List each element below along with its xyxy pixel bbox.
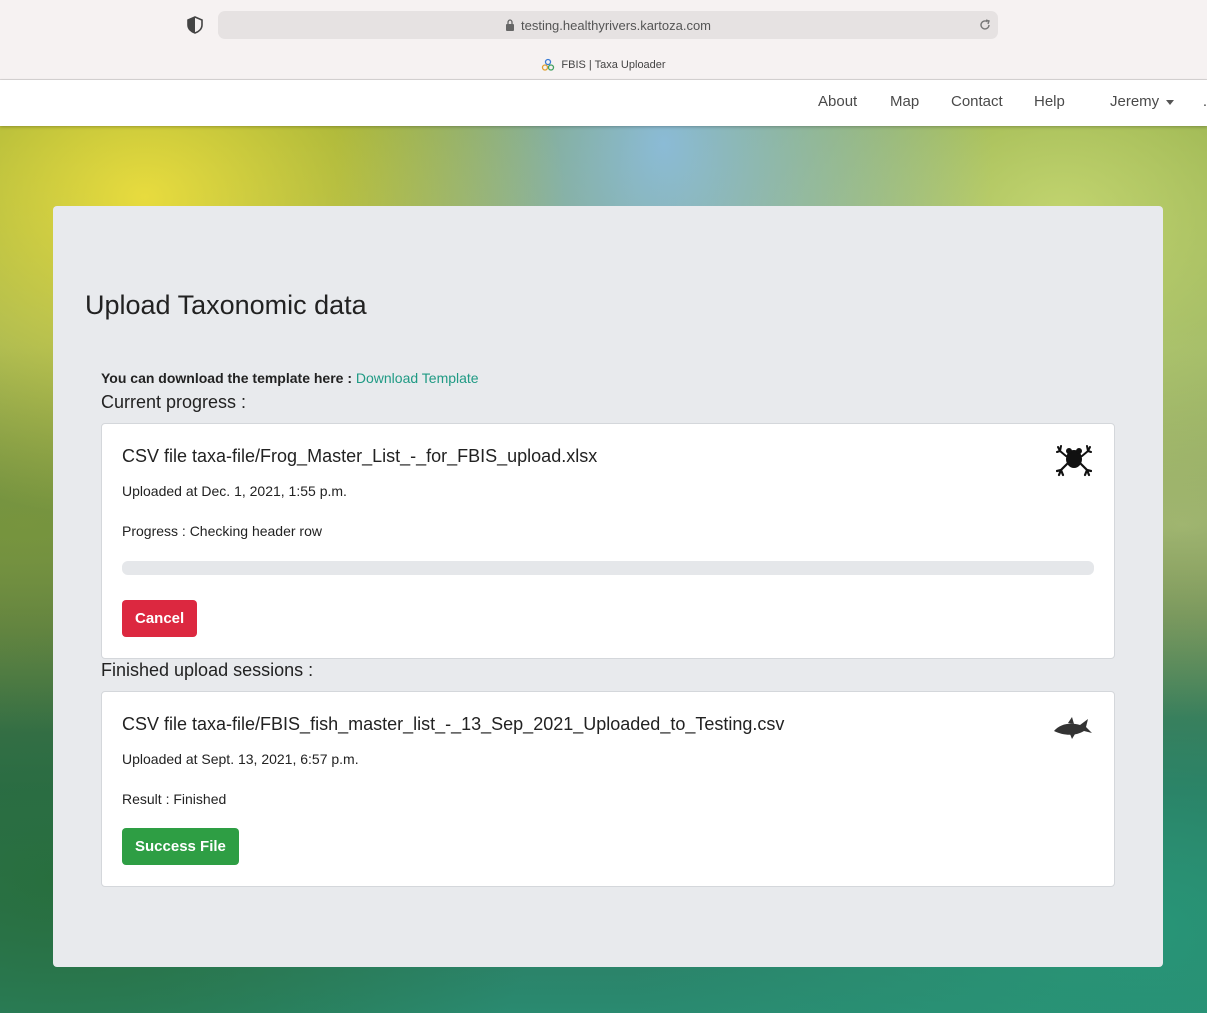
nav-overflow-item[interactable]: . [1203,93,1207,110]
current-progress-label: Current progress : [101,392,247,412]
reload-icon[interactable] [978,18,992,32]
finished-upload-date: Uploaded at Sept. 13, 2021, 6:57 p.m. [122,751,359,767]
user-name: Jeremy [1110,93,1160,110]
finished-upload-card: CSV file taxa-file/FBIS_fish_master_list… [101,691,1115,887]
shield-icon[interactable] [186,16,204,34]
nav-help[interactable]: Help [1034,93,1065,110]
cancel-button[interactable]: Cancel [122,600,198,637]
finished-upload-title: CSV file taxa-file/FBIS_fish_master_list… [122,714,785,734]
user-menu[interactable]: Jeremy [1110,93,1175,110]
finished-sessions-label: Finished upload sessions : [101,660,314,680]
current-upload-progress-text: Progress : Checking header row [122,523,322,539]
nav-about[interactable]: About [818,93,857,110]
current-upload-title: CSV file taxa-file/Frog_Master_List_-_fo… [122,446,598,466]
upload-panel: Upload Taxonomic data You can download t… [53,206,1163,967]
fish-icon [1054,717,1092,739]
current-upload-card: CSV file taxa-file/Frog_Master_List_-_fo… [101,423,1115,659]
address-bar[interactable]: testing.healthyrivers.kartoza.com [218,11,998,39]
finished-upload-result: Result : Finished [122,791,227,807]
upload-progress-bar [122,561,1094,575]
url-text: testing.healthyrivers.kartoza.com [520,17,712,33]
success-file-button[interactable]: Success File [122,828,239,865]
browser-tab[interactable]: FBIS | Taxa Uploader [0,56,1207,74]
nav-contact[interactable]: Contact [951,93,1003,110]
current-upload-date: Uploaded at Dec. 1, 2021, 1:55 p.m. [122,483,347,499]
tab-title: FBIS | Taxa Uploader [561,59,666,71]
page-title: Upload Taxonomic data [85,290,367,320]
frog-icon [1056,445,1092,477]
browser-toolbar: testing.healthyrivers.kartoza.com FBIS |… [0,0,1207,80]
lock-icon [505,19,514,31]
download-prefix: You can download the template here : [101,370,352,386]
download-template-line: You can download the template here : Dow… [101,370,479,386]
favicon-icon [542,58,555,71]
download-template-link[interactable]: Download Template [356,370,479,386]
site-navbar: About Map Contact Help Jeremy . [0,80,1207,126]
chevron-down-icon [1166,99,1175,105]
nav-map[interactable]: Map [890,93,919,110]
